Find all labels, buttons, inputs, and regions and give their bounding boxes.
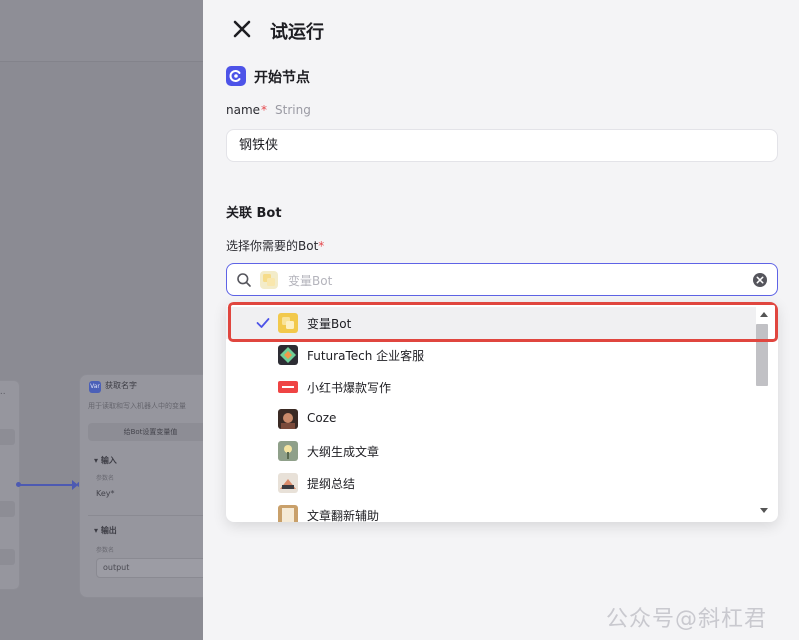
workflow-canvas: ... Var 获取名字 用于读取和写入机器人中的变量 给Bot设置变量值 ▾ … <box>0 0 203 640</box>
bot-avatar <box>278 505 298 522</box>
variable-node-icon: Var <box>89 381 101 393</box>
node-output-section: ▾ 输出 <box>94 526 117 535</box>
bot-search-placeholder: 变量Bot <box>288 274 333 288</box>
bot-avatar <box>278 409 298 429</box>
node-output-label: 输出 <box>100 526 117 535</box>
clear-icon[interactable] <box>752 272 768 288</box>
required-mark: * <box>318 239 325 253</box>
start-node-icon <box>226 66 246 86</box>
bot-avatar <box>278 345 298 365</box>
bot-option[interactable]: Coze <box>226 403 756 435</box>
node-row <box>0 501 15 517</box>
canvas-toolbar <box>0 0 203 62</box>
node-row <box>0 429 15 445</box>
bot-option-label: 变量Bot <box>307 317 352 331</box>
node-row <box>0 549 15 565</box>
scroll-down-icon[interactable] <box>760 508 768 513</box>
name-field-label: name* String <box>226 103 311 117</box>
required-mark: * <box>261 103 268 117</box>
bot-option[interactable]: FuturaTech 企业客服 <box>226 339 756 371</box>
bot-select-label: 选择你需要的Bot* <box>226 237 324 254</box>
bot-option-label: 文章翻新辅助 <box>307 509 380 522</box>
check-icon <box>256 315 270 329</box>
bot-option-label: 提纲总结 <box>307 477 356 491</box>
bot-avatar <box>278 441 298 461</box>
name-input[interactable]: 钢铁侠 <box>226 129 778 162</box>
bot-search-select[interactable]: 变量Bot <box>226 263 778 296</box>
bot-option-label: 大纲生成文章 <box>307 445 380 459</box>
bot-dropdown[interactable]: 变量Bot FuturaTech 企业客服 小红书爆款写作 Coze 大纲生成文… <box>226 302 778 522</box>
scrollbar-thumb[interactable] <box>756 324 768 386</box>
panel-header: 试运行 <box>203 0 799 58</box>
edge-line <box>18 484 76 486</box>
node-more-icon: ... <box>0 387 6 397</box>
test-run-panel: 试运行 开始节点 name* String 钢铁侠 关联 Bot 选择你需要的Bo… <box>203 0 799 640</box>
node-divider <box>88 515 203 516</box>
bot-avatar <box>278 473 298 493</box>
node-output-sub: 参数名 <box>96 547 115 554</box>
field-name: name <box>226 103 261 117</box>
bot-option-label: 小红书爆款写作 <box>307 381 392 395</box>
scroll-up-icon[interactable] <box>760 312 768 317</box>
start-node-title: 开始节点 <box>254 70 310 86</box>
node-button: 给Bot设置变量值 <box>88 423 203 441</box>
node-output-field: output <box>96 558 203 578</box>
node-input-label: 输入 <box>100 456 117 465</box>
node-title: 获取名字 <box>105 381 137 390</box>
bot-option[interactable]: 提纲总结 <box>226 467 756 499</box>
bot-label-text: 选择你需要的Bot <box>226 239 319 253</box>
node-description: 用于读取和写入机器人中的变量 <box>88 402 186 410</box>
bot-option[interactable]: 变量Bot <box>226 307 756 339</box>
bot-avatar <box>278 377 298 397</box>
dropdown-scrollbar[interactable] <box>756 310 770 516</box>
bot-option-label: FuturaTech 企业客服 <box>307 349 425 363</box>
workflow-node-variable: Var 获取名字 用于读取和写入机器人中的变量 给Bot设置变量值 ▾ 输入 参… <box>79 374 203 598</box>
bot-avatar <box>278 313 298 333</box>
node-input-sub: 参数名 <box>96 475 115 482</box>
bot-option[interactable]: 大纲生成文章 <box>226 435 756 467</box>
node-input-section: ▾ 输入 <box>94 456 117 465</box>
bot-option-label: Coze <box>307 411 337 425</box>
edge-start-dot <box>16 482 21 487</box>
watermark: 公众号@斜杠君 <box>606 607 768 632</box>
related-bot-title: 关联 Bot <box>226 206 282 221</box>
close-icon[interactable] <box>230 17 254 41</box>
node-input-key: Key* <box>96 489 115 498</box>
field-type: String <box>275 103 311 117</box>
bot-option[interactable]: 文章翻新辅助 <box>226 499 756 522</box>
search-icon <box>236 272 252 288</box>
panel-title: 试运行 <box>270 22 324 43</box>
bot-option[interactable]: 小红书爆款写作 <box>226 371 756 403</box>
selected-bot-avatar <box>260 271 278 289</box>
